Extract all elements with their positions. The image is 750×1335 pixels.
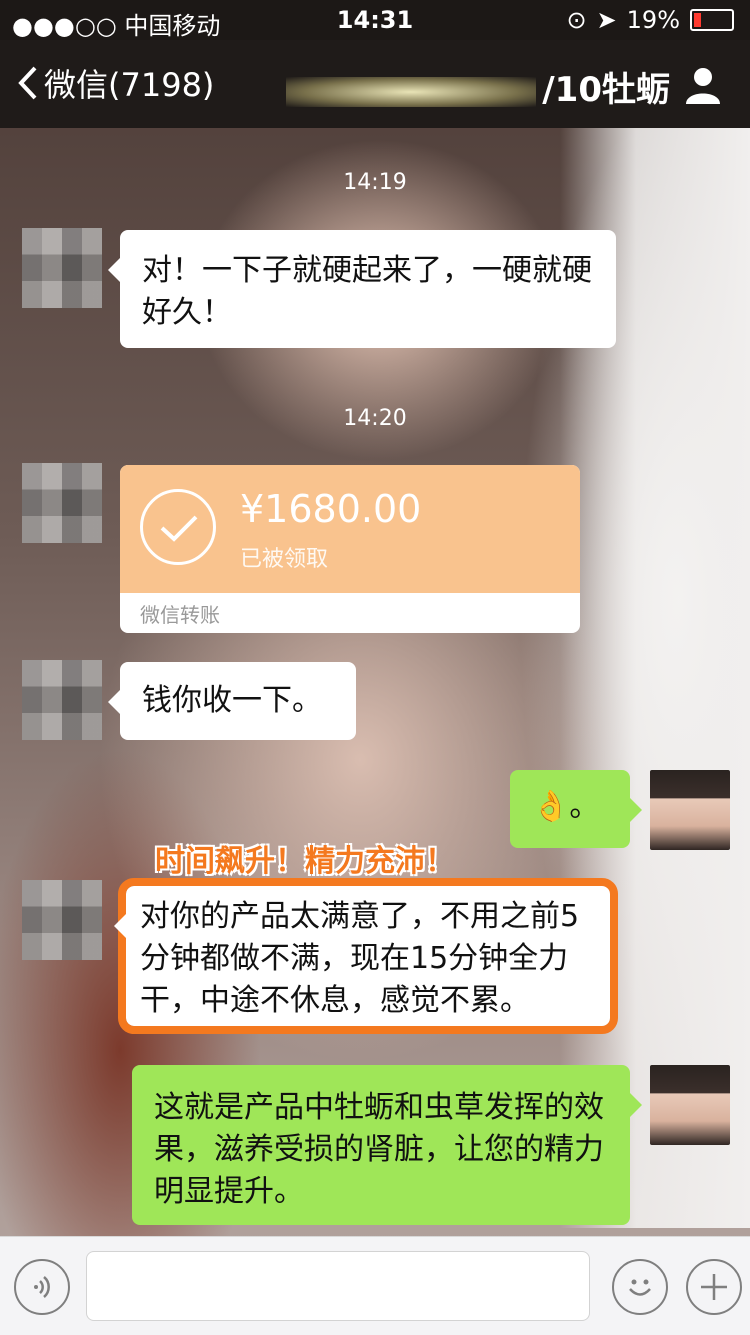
- redacted-title: [286, 76, 537, 107]
- transfer-status: 已被领取: [240, 547, 329, 572]
- back-button[interactable]: 微信(7198): [18, 60, 214, 106]
- transfer-amount: ¥1680.00: [240, 487, 422, 531]
- chevron-left-icon: [18, 66, 37, 100]
- message-input[interactable]: [86, 1251, 590, 1321]
- message-bubble[interactable]: 对你的产品太满意了，不用之前5分钟都做不满，现在15分钟全力干，中途不休息，感觉…: [114, 878, 618, 1034]
- transfer-card[interactable]: ¥1680.00 已被领取 微信转账: [120, 465, 580, 633]
- message-bubble[interactable]: 对！一下子就硬起来了，一硬就硬好久！: [108, 230, 616, 348]
- transfer-footer: 微信转账: [140, 603, 220, 627]
- status-right: ⊙ ➤ 19%: [566, 6, 734, 34]
- contact-avatar[interactable]: [22, 660, 102, 740]
- plus-icon: [701, 1274, 727, 1300]
- timestamp: 14:20: [343, 406, 407, 431]
- voice-icon: [34, 1276, 50, 1298]
- transfer-card-header: ¥1680.00 已被领取: [120, 465, 580, 593]
- voice-button[interactable]: [14, 1259, 70, 1315]
- message-text: 钱你收一下。: [142, 683, 322, 718]
- message-text: 对！一下子就硬起来了，一硬就硬好久！: [142, 253, 592, 330]
- highlight-caption: 时间飙升！精力充沛！: [155, 844, 455, 879]
- battery-icon: [690, 9, 734, 31]
- battery-fill: [694, 13, 701, 27]
- my-message-bubble[interactable]: 👌。: [510, 770, 642, 848]
- contact-avatar[interactable]: [22, 880, 102, 960]
- back-label: 微信(7198): [44, 66, 215, 104]
- emoji-button[interactable]: [612, 1259, 668, 1315]
- timestamp: 14:19: [343, 170, 407, 195]
- contact-avatar[interactable]: [22, 463, 102, 543]
- emoji-icon: [629, 1279, 651, 1296]
- nav-bar: 微信(7198) /10牡蛎: [0, 40, 750, 128]
- orientation-lock-icon: ⊙: [566, 6, 587, 34]
- chat-title-text: /10牡蛎: [542, 70, 670, 110]
- battery-percent: 19%: [626, 6, 680, 34]
- status-bar: ●●●○○ 中国移动 14:31 ⊙ ➤ 19%: [0, 0, 750, 40]
- person-icon: [686, 68, 720, 104]
- message-text: 这就是产品中牡蛎和虫草发挥的效果，滋养受损的肾脏，让您的精力明显提升。: [154, 1090, 604, 1209]
- message-bubble[interactable]: 钱你收一下。: [108, 662, 356, 740]
- more-button[interactable]: [686, 1259, 742, 1315]
- chat-title: /10牡蛎: [230, 62, 670, 111]
- my-message-bubble[interactable]: 这就是产品中牡蛎和虫草发挥的效果，滋养受损的肾脏，让您的精力明显提升。: [132, 1065, 642, 1225]
- input-bar: [0, 1236, 750, 1335]
- my-avatar[interactable]: [650, 770, 730, 850]
- location-icon: ➤: [596, 6, 617, 34]
- my-avatar[interactable]: [650, 1065, 730, 1145]
- message-text: 对你的产品太满意了，不用之前5分钟都做不满，现在15分钟全力干，中途不休息，感觉…: [140, 899, 580, 1018]
- message-text: 👌。: [532, 789, 600, 824]
- contact-info-button[interactable]: [684, 66, 722, 108]
- contact-avatar[interactable]: [22, 228, 102, 308]
- check-circle-icon: [140, 489, 216, 565]
